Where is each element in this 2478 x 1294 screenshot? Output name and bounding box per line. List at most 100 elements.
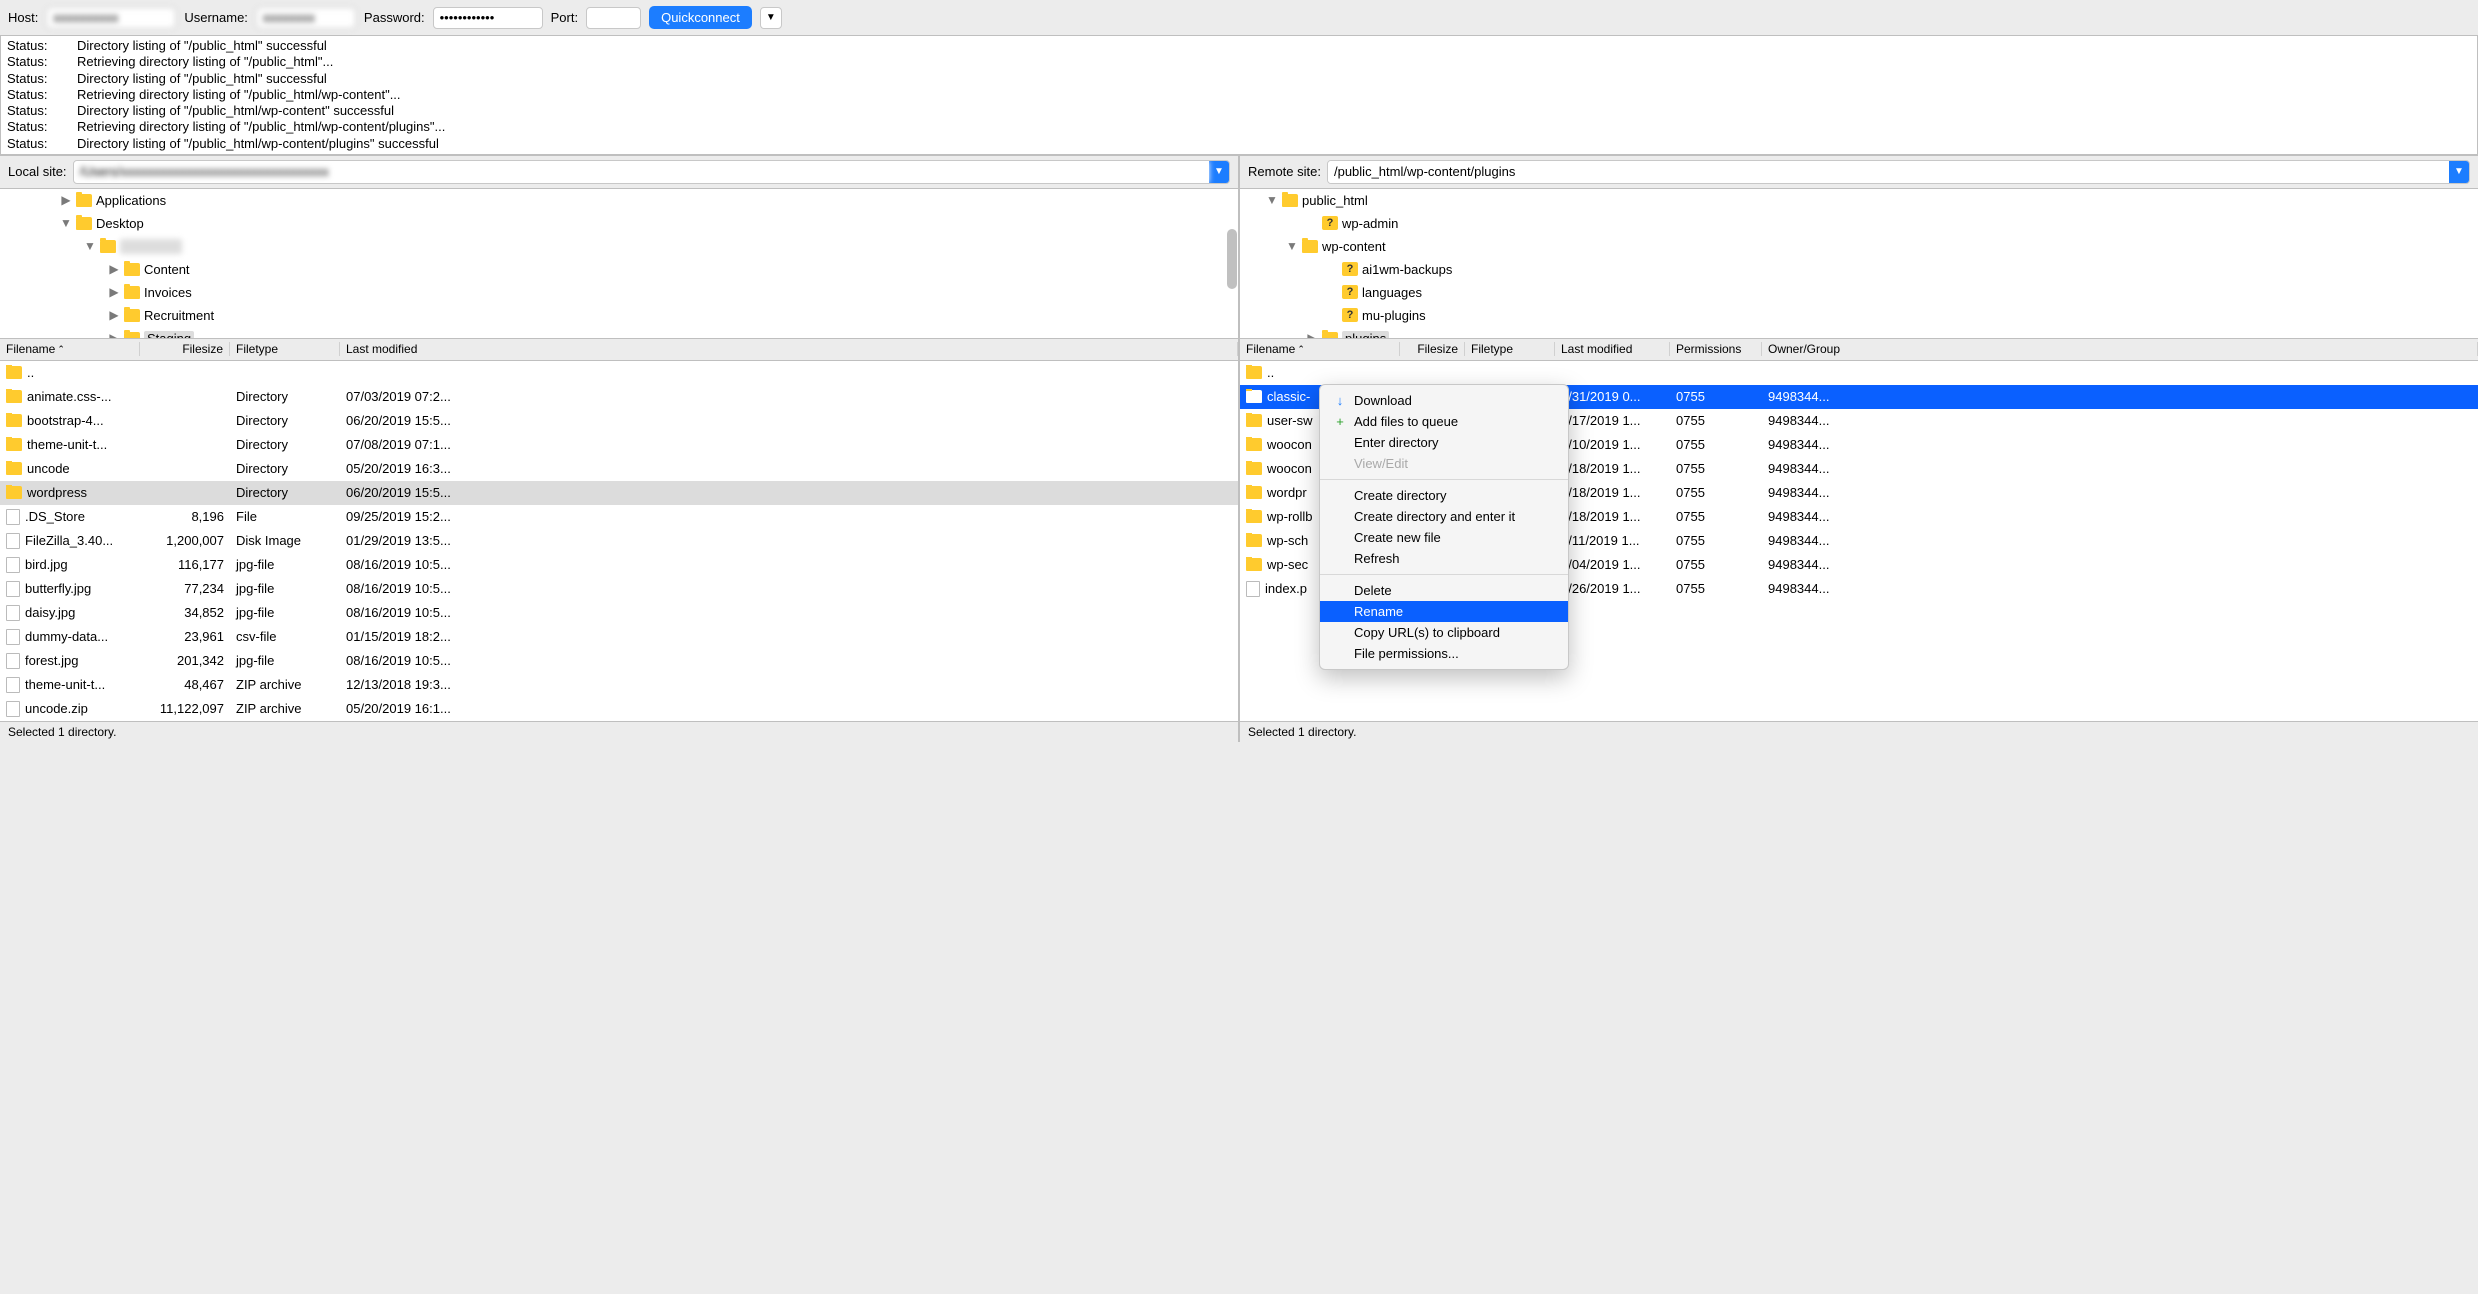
header-filesize[interactable]: Filesize xyxy=(1400,342,1465,356)
file-row[interactable]: theme-unit-t...48,467ZIP archive12/13/20… xyxy=(0,673,1238,697)
host-input[interactable] xyxy=(46,7,176,29)
remote-site-path-input[interactable] xyxy=(1328,161,2449,183)
file-owner: 9498344... xyxy=(1762,461,2478,476)
local-file-list[interactable]: ..animate.css-...Directory07/03/2019 07:… xyxy=(0,361,1238,721)
chevron-down-icon[interactable]: ▼ xyxy=(2449,161,2469,183)
tree-node[interactable]: ▼wp-content xyxy=(1240,235,2478,258)
remote-dir-tree[interactable]: ▼public_html?wp-admin▼wp-content?ai1wm-b… xyxy=(1240,189,2478,339)
file-modified: 0/04/2019 1... xyxy=(1555,557,1670,572)
remote-file-list[interactable]: ↓Download+Add files to queueEnter direct… xyxy=(1240,361,2478,721)
menu-item[interactable]: File permissions... xyxy=(1320,643,1568,664)
menu-item[interactable]: Enter directory xyxy=(1320,432,1568,453)
file-modified: 07/03/2019 07:2... xyxy=(340,389,1238,404)
menu-item[interactable]: Create directory xyxy=(1320,485,1568,506)
file-name: bootstrap-4... xyxy=(27,413,104,428)
tree-node[interactable]: ▶Invoices xyxy=(0,281,1238,304)
file-row[interactable]: uncode.zip11,122,097ZIP archive05/20/201… xyxy=(0,697,1238,721)
file-permissions: 0755 xyxy=(1670,557,1762,572)
scrollbar-thumb[interactable] xyxy=(1227,229,1237,289)
header-filetype[interactable]: Filetype xyxy=(1465,342,1555,356)
tree-node[interactable]: ▶Recruitment xyxy=(0,304,1238,327)
disclosure-triangle-icon[interactable]: ▼ xyxy=(84,239,96,253)
tree-node[interactable]: ▼public_html xyxy=(1240,189,2478,212)
file-row[interactable]: forest.jpg201,342jpg-file08/16/2019 10:5… xyxy=(0,649,1238,673)
file-row[interactable]: animate.css-...Directory07/03/2019 07:2.… xyxy=(0,385,1238,409)
file-size: 201,342 xyxy=(140,653,230,668)
folder-icon xyxy=(1246,366,1262,379)
disclosure-triangle-icon[interactable]: ▶ xyxy=(60,193,72,207)
chevron-down-icon[interactable]: ▼ xyxy=(1209,161,1229,183)
tree-node[interactable]: ▶Staging xyxy=(0,327,1238,339)
file-row[interactable]: wordpressDirectory06/20/2019 15:5... xyxy=(0,481,1238,505)
header-filesize[interactable]: Filesize xyxy=(140,342,230,356)
header-filename[interactable]: Filename⌃ xyxy=(1240,342,1400,356)
tree-node[interactable]: ▶plugins xyxy=(1240,327,2478,339)
header-lastmodified[interactable]: Last modified xyxy=(1555,342,1670,356)
remote-file-headers[interactable]: Filename⌃ Filesize Filetype Last modifie… xyxy=(1240,339,2478,361)
file-row[interactable]: daisy.jpg34,852jpg-file08/16/2019 10:5..… xyxy=(0,601,1238,625)
menu-item[interactable]: ↓Download xyxy=(1320,390,1568,411)
file-row[interactable]: bird.jpg116,177jpg-file08/16/2019 10:5..… xyxy=(0,553,1238,577)
tree-node[interactable]: ▼Desktop xyxy=(0,212,1238,235)
file-row[interactable]: FileZilla_3.40...1,200,007Disk Image01/2… xyxy=(0,529,1238,553)
disclosure-triangle-icon[interactable]: ▶ xyxy=(1306,331,1318,339)
quickconnect-dropdown-button[interactable]: ▼ xyxy=(760,7,782,29)
menu-item[interactable]: Rename xyxy=(1320,601,1568,622)
file-icon xyxy=(1246,581,1260,597)
disclosure-triangle-icon[interactable]: ▼ xyxy=(1266,193,1278,207)
file-row[interactable]: dummy-data...23,961csv-file01/15/2019 18… xyxy=(0,625,1238,649)
file-row[interactable]: .. xyxy=(1240,361,2478,385)
port-input[interactable] xyxy=(586,7,641,29)
quickconnect-button[interactable]: Quickconnect xyxy=(649,6,752,29)
local-file-headers[interactable]: Filename⌃ Filesize Filetype Last modifie… xyxy=(0,339,1238,361)
menu-item[interactable]: Copy URL(s) to clipboard xyxy=(1320,622,1568,643)
file-icon xyxy=(6,509,20,525)
disclosure-triangle-icon[interactable]: ▶ xyxy=(108,262,120,276)
file-type: Directory xyxy=(230,437,340,452)
menu-item[interactable]: Refresh xyxy=(1320,548,1568,569)
menu-item[interactable]: Create directory and enter it xyxy=(1320,506,1568,527)
tree-node[interactable]: ?ai1wm-backups xyxy=(1240,258,2478,281)
disclosure-triangle-icon[interactable]: ▶ xyxy=(108,308,120,322)
file-type: csv-file xyxy=(230,629,340,644)
tree-node[interactable]: ?mu-plugins xyxy=(1240,304,2478,327)
tree-node[interactable]: ▼xxxx xxxx xyxy=(0,235,1238,258)
menu-item[interactable]: Create new file xyxy=(1320,527,1568,548)
file-row[interactable]: .DS_Store8,196File09/25/2019 15:2... xyxy=(0,505,1238,529)
disclosure-triangle-icon[interactable]: ▼ xyxy=(1286,239,1298,253)
menu-item[interactable]: Delete xyxy=(1320,580,1568,601)
tree-node[interactable]: ?languages xyxy=(1240,281,2478,304)
header-lastmodified[interactable]: Last modified xyxy=(340,342,1238,356)
file-owner: 9498344... xyxy=(1762,509,2478,524)
tree-node[interactable]: ▶Applications xyxy=(0,189,1238,212)
password-input[interactable] xyxy=(433,7,543,29)
file-type: Directory xyxy=(230,485,340,500)
header-filetype[interactable]: Filetype xyxy=(230,342,340,356)
file-type: Directory xyxy=(230,461,340,476)
disclosure-triangle-icon[interactable]: ▶ xyxy=(108,331,120,339)
username-input[interactable] xyxy=(256,7,356,29)
local-site-combo[interactable]: ▼ xyxy=(73,160,1230,184)
local-dir-tree[interactable]: ▶Applications▼Desktop▼xxxx xxxx▶Content▶… xyxy=(0,189,1238,339)
menu-item[interactable]: +Add files to queue xyxy=(1320,411,1568,432)
folder-icon xyxy=(1322,332,1338,339)
tree-node[interactable]: ?wp-admin xyxy=(1240,212,2478,235)
disclosure-triangle-icon[interactable]: ▼ xyxy=(60,216,72,230)
log-row: Status:Directory listing of "/public_htm… xyxy=(7,38,2471,54)
file-modified: 01/29/2019 13:5... xyxy=(340,533,1238,548)
header-permissions[interactable]: Permissions xyxy=(1670,342,1762,356)
remote-site-combo[interactable]: ▼ xyxy=(1327,160,2470,184)
local-site-path-input[interactable] xyxy=(74,161,1209,183)
tree-node[interactable]: ▶Content xyxy=(0,258,1238,281)
remote-pane: Remote site: ▼ ▼public_html?wp-admin▼wp-… xyxy=(1238,155,2478,742)
log-message: Retrieving directory listing of "/public… xyxy=(77,87,401,103)
disclosure-triangle-icon[interactable]: ▶ xyxy=(108,285,120,299)
file-row[interactable]: butterfly.jpg77,234jpg-file08/16/2019 10… xyxy=(0,577,1238,601)
file-row[interactable]: theme-unit-t...Directory07/08/2019 07:1.… xyxy=(0,433,1238,457)
file-owner: 9498344... xyxy=(1762,485,2478,500)
file-row[interactable]: .. xyxy=(0,361,1238,385)
header-ownergroup[interactable]: Owner/Group xyxy=(1762,342,2478,356)
header-filename[interactable]: Filename⌃ xyxy=(0,342,140,356)
file-row[interactable]: bootstrap-4...Directory06/20/2019 15:5..… xyxy=(0,409,1238,433)
file-row[interactable]: uncodeDirectory05/20/2019 16:3... xyxy=(0,457,1238,481)
